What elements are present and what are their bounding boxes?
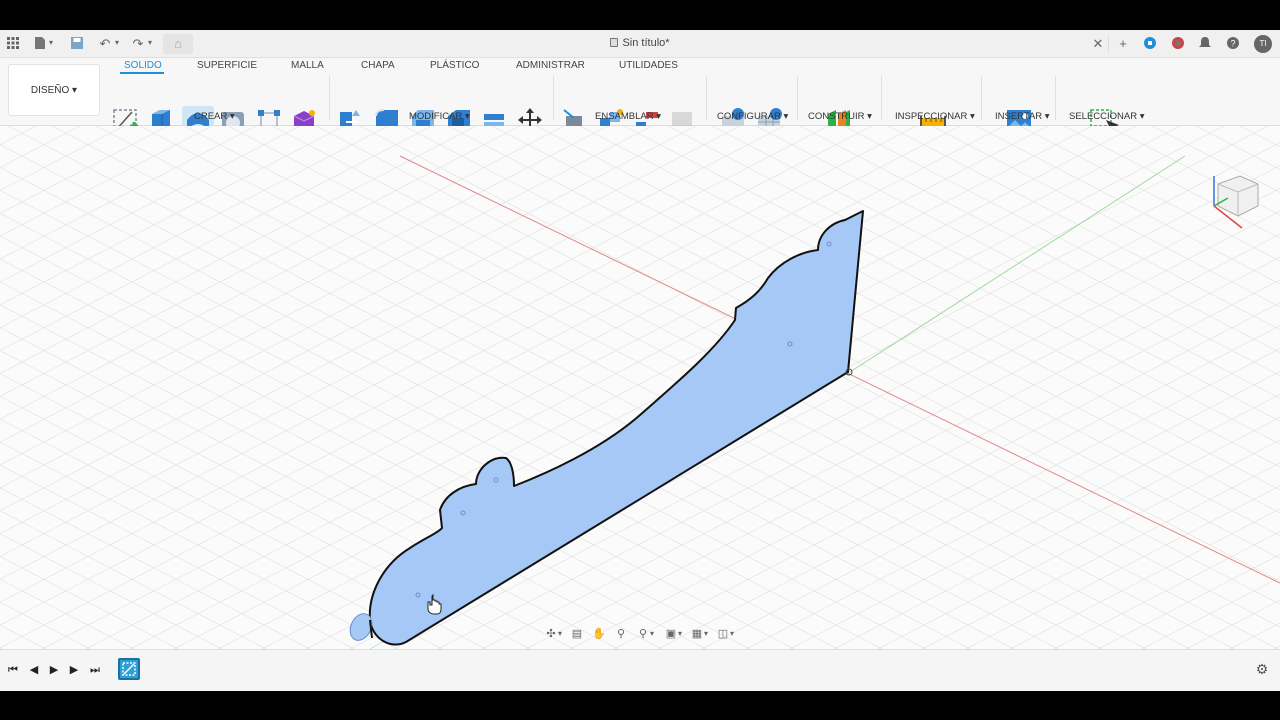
toolbar-divider bbox=[706, 76, 707, 120]
group-crear[interactable]: CREAR ▾ bbox=[194, 111, 235, 122]
new-tab-icon[interactable]: + bbox=[1115, 36, 1131, 52]
extensions-icon[interactable] bbox=[1142, 36, 1158, 52]
toolbar-divider bbox=[553, 76, 554, 120]
tab-chapa[interactable]: CHAPA bbox=[361, 60, 395, 71]
group-insertar[interactable]: INSERTAR ▾ bbox=[995, 111, 1050, 122]
toolbar-divider bbox=[797, 76, 798, 120]
fusion-app-window: ▾ ↶ ▾ ↷ ▾ ⌂ Sin título* ✕ + ? TI DISEÑO bbox=[0, 30, 1280, 691]
workspace-label: DISEÑO bbox=[30, 85, 70, 96]
chevron-down-icon[interactable]: ▾ bbox=[648, 627, 656, 641]
zoom-icon[interactable]: ⚲ bbox=[614, 627, 628, 641]
svg-text:?: ? bbox=[1230, 39, 1235, 49]
toolbar-divider bbox=[881, 76, 882, 120]
divider bbox=[1108, 36, 1109, 52]
viewport bbox=[0, 126, 1280, 649]
next-icon[interactable]: ▶ bbox=[67, 662, 81, 678]
lock-icon bbox=[610, 38, 619, 47]
tab-solido[interactable]: SOLIDO bbox=[124, 60, 162, 71]
timeline-bar: ⏮ ◀ ▶ ▶ ⏭ ⚙ bbox=[0, 649, 1280, 691]
toolbar-divider bbox=[1055, 76, 1056, 120]
tab-administrar[interactable]: ADMINISTRAR bbox=[516, 60, 585, 71]
tab-superficie[interactable]: SUPERFICIE bbox=[197, 60, 257, 71]
user-avatar[interactable]: TI bbox=[1254, 35, 1272, 53]
doc-title-text: Sin título* bbox=[622, 37, 670, 49]
toolbar-divider bbox=[981, 76, 982, 120]
toolbar-divider bbox=[329, 76, 330, 120]
play-icon[interactable]: ▶ bbox=[47, 662, 61, 678]
chevron-down-icon[interactable]: ▾ bbox=[702, 627, 710, 641]
chevron-down-icon[interactable]: ▾ bbox=[676, 627, 684, 641]
group-modificar[interactable]: MODIFICAR ▾ bbox=[409, 111, 470, 122]
prev-icon[interactable]: ◀ bbox=[27, 662, 41, 678]
group-seleccionar[interactable]: SELECCIONAR ▾ bbox=[1069, 111, 1145, 122]
workspace-switcher[interactable]: DISEÑO ▾ bbox=[8, 64, 100, 116]
group-ensamblar[interactable]: ENSAMBLAR ▾ bbox=[595, 111, 661, 122]
timeline-sketch-item[interactable] bbox=[118, 658, 140, 680]
modeling-canvas[interactable] bbox=[0, 126, 1280, 649]
ground-grid bbox=[0, 126, 1280, 649]
title-bar: ▾ ↶ ▾ ↷ ▾ ⌂ Sin título* ✕ + ? TI bbox=[0, 30, 1280, 58]
help-icon[interactable]: ? bbox=[1225, 36, 1241, 52]
screen-frame: ▾ ↶ ▾ ↷ ▾ ⌂ Sin título* ✕ + ? TI DISEÑO bbox=[0, 0, 1280, 720]
look-at-icon[interactable]: ▤ bbox=[570, 627, 584, 641]
tab-utilidades[interactable]: UTILIDADES bbox=[619, 60, 678, 71]
notifications-icon[interactable] bbox=[1197, 36, 1213, 52]
job-status-icon[interactable] bbox=[1170, 36, 1186, 52]
document-title: Sin título* bbox=[0, 37, 1280, 49]
chevron-down-icon[interactable]: ▾ bbox=[728, 627, 736, 641]
chevron-down-icon[interactable]: ▾ bbox=[556, 627, 564, 641]
pan-icon[interactable]: ✋ bbox=[592, 627, 606, 641]
tab-malla[interactable]: MALLA bbox=[291, 60, 324, 71]
close-tab-icon[interactable]: ✕ bbox=[1090, 36, 1106, 52]
group-inspeccionar[interactable]: INSPECCIONAR ▾ bbox=[895, 111, 975, 122]
last-icon[interactable]: ⏭ bbox=[88, 662, 102, 678]
sketch-icon bbox=[122, 662, 136, 676]
first-icon[interactable]: ⏮ bbox=[6, 662, 20, 678]
navigation-bar: ✣ ▾ ▤ ✋ ⚲ ⚲ ▾ ▣ ▾ ▦ ▾ ◫ ▾ bbox=[540, 626, 740, 644]
gear-icon[interactable]: ⚙ bbox=[1254, 661, 1270, 677]
ribbon-toolbar: DISEÑO ▾ SOLIDO SUPERFICIE MALLA CHAPA P… bbox=[0, 58, 1280, 138]
group-configurar[interactable]: CONFIGURAR ▾ bbox=[717, 111, 788, 122]
tab-plastico[interactable]: PLÁSTICO bbox=[430, 60, 479, 71]
group-construir[interactable]: CONSTRUIR ▾ bbox=[808, 111, 872, 122]
active-tab-indicator bbox=[120, 72, 164, 74]
